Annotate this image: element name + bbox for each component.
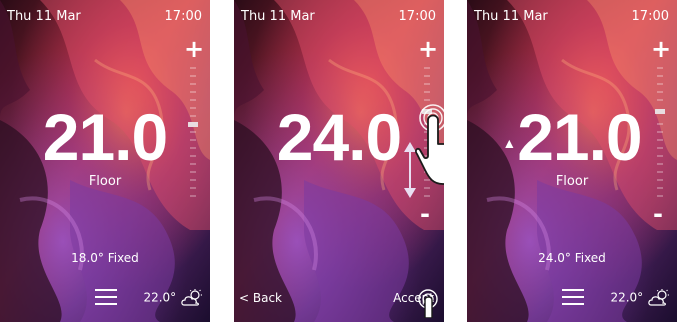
thermostat-screen-updated: Thu 11 Mar 17:00 + ▲21.0 Floor - 24.0° F… [467, 0, 677, 322]
decrease-button[interactable]: - [418, 202, 432, 226]
weather-cloud-sun-icon [648, 289, 669, 306]
status-bar: Thu 11 Mar 17:00 [467, 6, 677, 26]
increase-button[interactable]: + [184, 37, 204, 61]
date-label: Thu 11 Mar [7, 9, 81, 24]
zone-label: Floor [88, 174, 122, 189]
weather-cloud-sun-icon [181, 289, 202, 306]
date-label: Thu 11 Mar [474, 9, 548, 24]
schedule-status: 24.0° Fixed [538, 251, 606, 265]
outdoor-temperature: 22.0° [143, 290, 177, 305]
bottom-bar: 22.0° [0, 287, 210, 311]
decrease-button[interactable]: - [651, 202, 665, 226]
temperature-display: 21.0 [42, 100, 168, 174]
status-bar: Thu 11 Mar 17:00 [234, 6, 444, 26]
hand-pointer-icon [415, 104, 444, 185]
hand-pointer-icon [418, 289, 438, 318]
thermostat-screen-current: Thu 11 Mar 17:00 + 21.0 Floor 18.0° Fixe… [0, 0, 210, 322]
zone-label: Floor [555, 174, 589, 189]
time-label: 17:00 [631, 9, 669, 24]
bottom-bar: 22.0° [467, 287, 677, 311]
time-label: 17:00 [164, 9, 202, 24]
increase-button[interactable]: + [651, 37, 671, 61]
temperature-display: ▲21.0 [467, 98, 677, 182]
outdoor-temperature: 22.0° [610, 290, 644, 305]
status-bar: Thu 11 Mar 17:00 [0, 6, 210, 26]
bottom-bar: < Back Accept [234, 287, 444, 318]
temperature-value: 21.0 [517, 100, 642, 174]
heating-indicator-icon: ▲ [502, 134, 516, 151]
time-label: 17:00 [398, 9, 436, 24]
weather-widget[interactable]: 22.0° [610, 289, 671, 307]
menu-icon[interactable] [95, 287, 117, 307]
menu-icon[interactable] [562, 287, 584, 307]
schedule-status: 18.0° Fixed [71, 251, 139, 265]
date-label: Thu 11 Mar [241, 9, 315, 24]
thermostat-screen-adjusting: Thu 11 Mar 17:00 + 24.0 - < Back Accept [234, 0, 444, 322]
weather-widget[interactable]: 22.0° [143, 289, 204, 307]
increase-button[interactable]: + [418, 37, 438, 61]
back-button[interactable]: < Back [239, 291, 282, 305]
